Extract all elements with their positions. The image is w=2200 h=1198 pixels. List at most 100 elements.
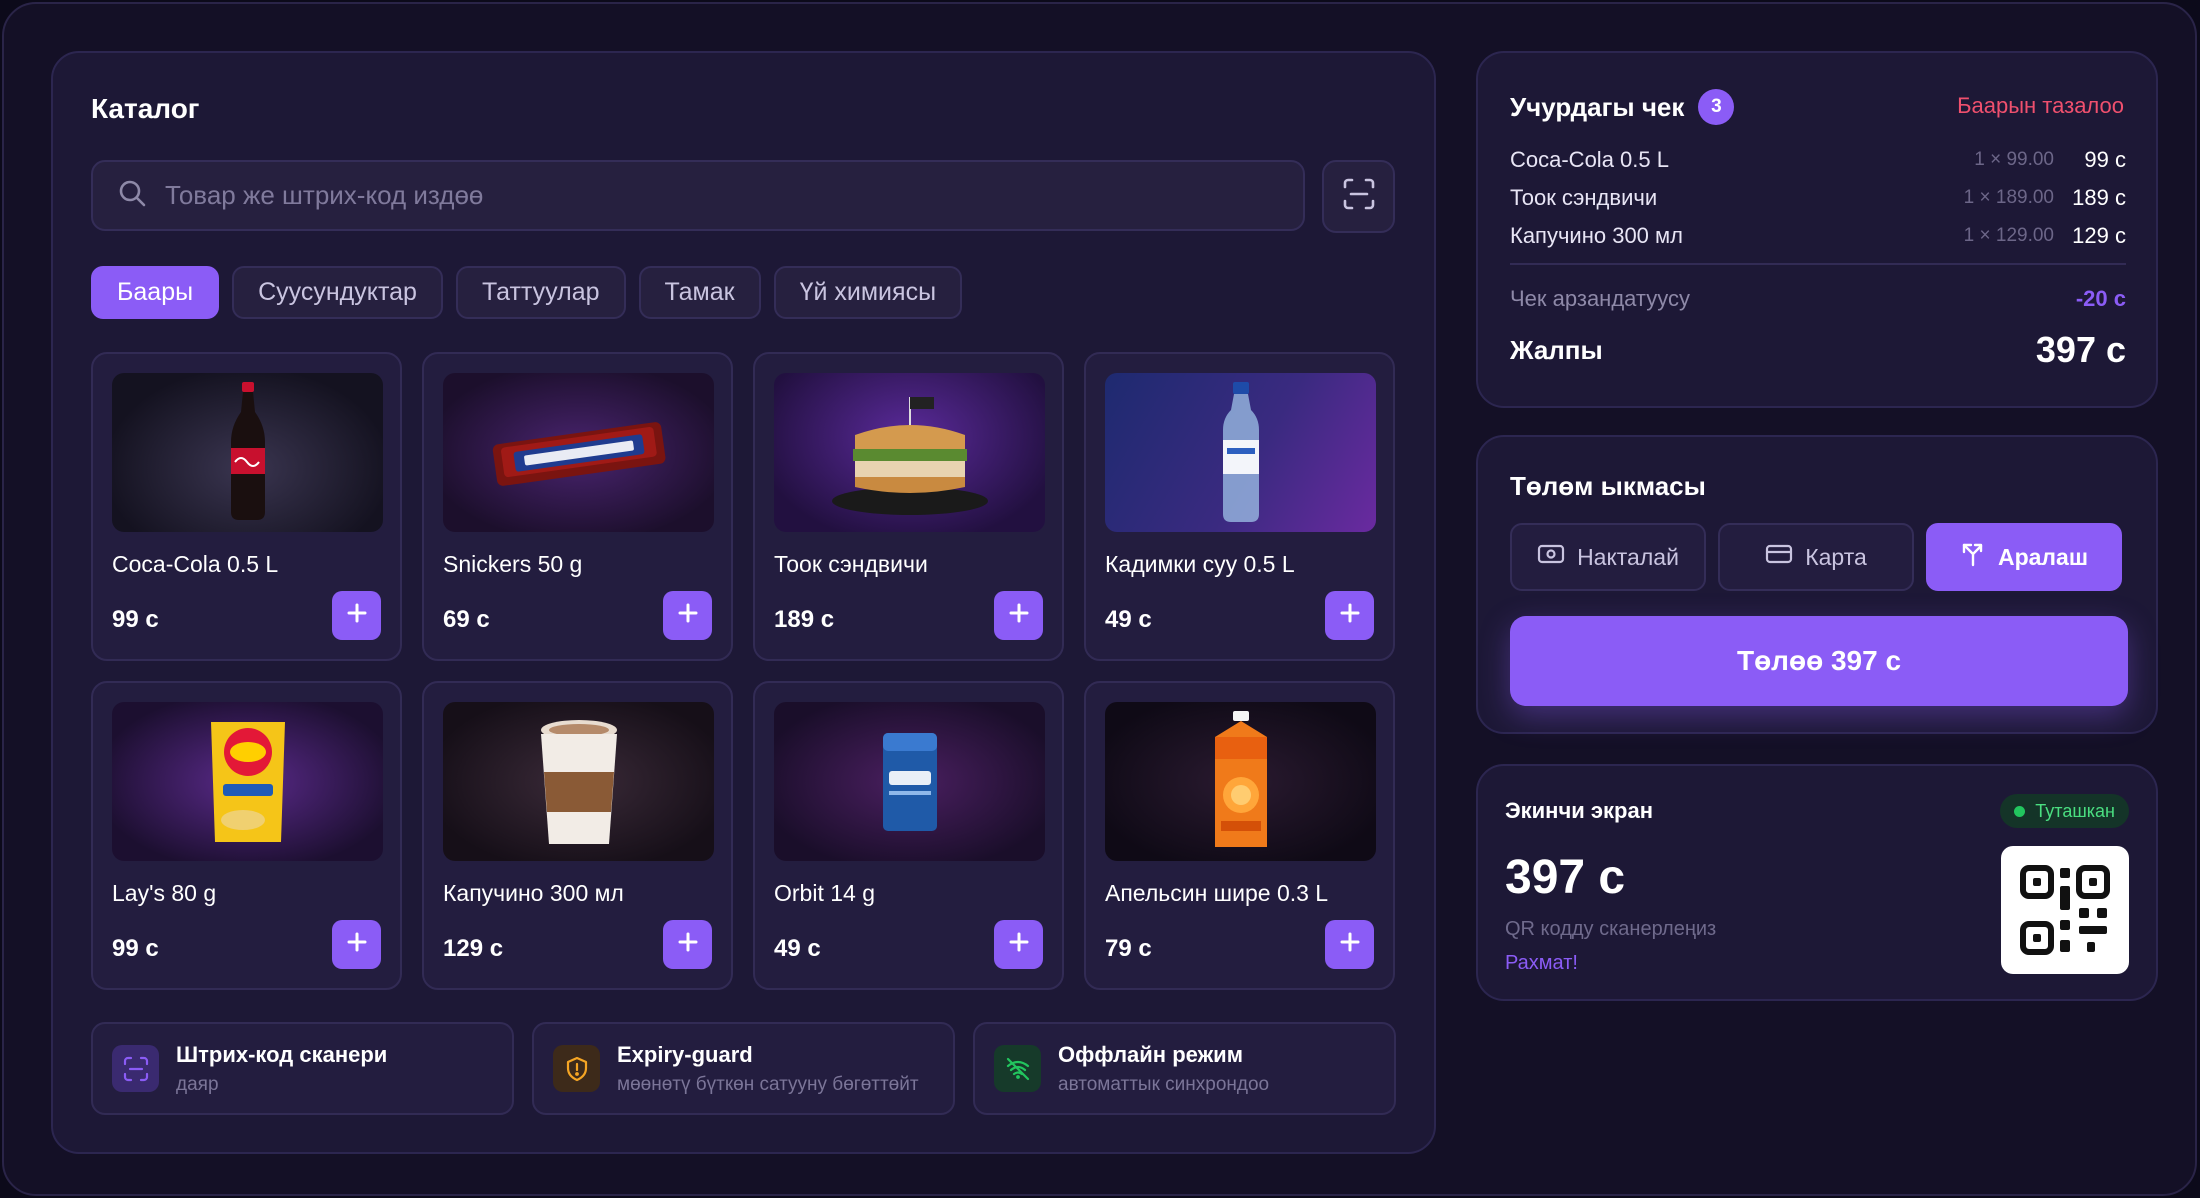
product-price: 129 с [443,935,504,962]
category-tab-household[interactable]: Үй химиясы [773,266,963,319]
category-tab-all[interactable]: Баары [91,266,220,319]
feature-subtitle: автоматтык синхрондоо [1058,1073,1270,1095]
receipt-line-total: 99 с [2084,147,2126,172]
feature-title: Expiry-guard [617,1041,753,1067]
plus-icon [1008,602,1030,629]
second-screen-panel: Экинчи экран Туташкан 397 с QR кодду ска… [1476,764,2158,1001]
receipt-line-total: 189 с [2072,185,2126,210]
barcode-scan-icon [112,1045,159,1092]
product-price: 189 с [774,606,835,633]
receipt-items: Coca-Cola 0.5 L 1 × 99.00 99 с Тоок сэнд… [1510,141,2126,255]
card-icon [1765,543,1793,571]
receipt-line-name: Капучино 300 мл [1510,223,1683,248]
category-tab-food[interactable]: Тамак [638,266,761,319]
split-icon [1960,541,1986,573]
discount-row: Чек арзандатуусу -20 с [1510,286,2126,312]
sandwich-image [774,373,1045,532]
feature-subtitle: мөөнөтү бүткөн сатууну бөгөттөйт [617,1073,919,1095]
feature-title: Оффлайн режим [1058,1041,1243,1067]
thanks-text: Рахмат! [1505,952,1578,974]
receipt-line-name: Тоок сэндвичи [1510,185,1658,210]
discount-label: Чек арзандатуусу [1510,286,1690,311]
plus-icon [677,602,699,629]
product-name: Snickers 50 g [443,551,583,577]
product-price: 99 с [112,606,159,633]
product-card[interactable]: Lay's 80 g 99 с [91,681,402,990]
payment-panel: Төлөм ыкмасы Накталай Карта Аралаш Төлөө… [1476,435,2158,734]
category-tabs: Баары Суусундуктар Таттуулар Тамак Үй хи… [91,266,963,319]
clear-all-button[interactable]: Баарын тазалоо [1957,93,2124,119]
feature-subtitle: даяр [176,1073,219,1095]
payment-title: Төлөм ыкмасы [1510,471,1706,501]
search-bar [91,160,1305,231]
product-card[interactable]: Orbit 14 g 49 с [753,681,1064,990]
wifi-off-icon [994,1045,1041,1092]
receipt-line[interactable]: Coca-Cola 0.5 L 1 × 99.00 99 с [1510,141,2126,179]
water-bottle-image [1105,373,1376,532]
product-name: Lay's 80 g [112,880,217,906]
feature-expiry-guard: Expiry-guard мөөнөтү бүткөн сатууну бөгө… [532,1022,955,1115]
receipt-line[interactable]: Капучино 300 мл 1 × 129.00 129 с [1510,217,2126,255]
receipt-divider [1510,263,2126,265]
total-value: 397 с [2035,329,2126,370]
discount-value: -20 с [2075,286,2126,311]
payment-method-cash[interactable]: Накталай [1510,523,1706,591]
add-to-cart-button[interactable] [332,920,381,969]
add-to-cart-button[interactable] [663,591,712,640]
cash-icon [1537,543,1565,571]
cola-bottle-image [112,373,383,532]
receipt-line-total: 129 с [2072,223,2126,248]
scan-frame-icon [1342,177,1376,216]
payment-method-label: Карта [1805,543,1867,570]
product-card[interactable]: Апельсин шире 0.3 L 79 с [1084,681,1395,990]
coffee-cup-image [443,702,714,861]
receipt-line[interactable]: Тоок сэндвичи 1 × 189.00 189 с [1510,179,2126,217]
product-price: 79 с [1105,935,1152,962]
product-card[interactable]: Тоок сэндвичи 189 с [753,352,1064,661]
second-screen-title: Экинчи экран [1505,798,1654,823]
qr-code-icon [2001,846,2129,974]
qr-hint: QR кодду сканерлеңиз [1505,918,1717,940]
payment-method-label: Аралаш [1997,543,2089,570]
product-card[interactable]: Капучино 300 мл 129 с [422,681,733,990]
product-card[interactable]: Snickers 50 g 69 с [422,352,733,661]
chocolate-bar-image [443,373,714,532]
add-to-cart-button[interactable] [994,591,1043,640]
plus-icon [1008,931,1030,958]
shield-alert-icon [553,1045,600,1092]
payment-method-card[interactable]: Карта [1718,523,1914,591]
receipt-line-qty: 1 × 189.00 [1963,187,2054,208]
second-screen-amount: 397 с [1505,851,1626,904]
product-price: 69 с [443,606,490,633]
feature-barcode-scanner: Штрих-код сканери даяр [91,1022,514,1115]
plus-icon [677,931,699,958]
juice-carton-image [1105,702,1376,861]
payment-methods: Накталай Карта Аралаш [1510,523,2122,591]
add-to-cart-button[interactable] [663,920,712,969]
category-tab-drinks[interactable]: Суусундуктар [232,266,443,319]
add-to-cart-button[interactable] [1325,591,1374,640]
connection-status-label: Туташкан [2035,800,2115,821]
gum-pack-image [774,702,1045,861]
plus-icon [346,602,368,629]
pos-app: Каталог Баары Суусундуктар Таттуулар Там… [2,2,2197,1196]
product-card[interactable]: Coca-Cola 0.5 L 99 с [91,352,402,661]
search-input[interactable] [147,162,1303,229]
receipt-line-qty: 1 × 99.00 [1974,149,2054,170]
add-to-cart-button[interactable] [1325,920,1374,969]
receipt-title: Учурдагы чек [1510,91,1685,122]
status-dot-icon [2014,805,2026,817]
add-to-cart-button[interactable] [994,920,1043,969]
product-name: Кадимки суу 0.5 L [1105,551,1295,577]
plus-icon [1339,602,1361,629]
payment-method-mixed[interactable]: Аралаш [1926,523,2122,591]
product-name: Апельсин шире 0.3 L [1105,880,1329,906]
receipt-line-name: Coca-Cola 0.5 L [1510,147,1669,172]
pay-button[interactable]: Төлөө 397 с [1510,616,2128,706]
category-tab-sweets[interactable]: Таттуулар [455,266,626,319]
product-card[interactable]: Кадимки суу 0.5 L 49 с [1084,352,1395,661]
product-name: Coca-Cola 0.5 L [112,551,279,577]
barcode-scan-button[interactable] [1322,160,1395,233]
add-to-cart-button[interactable] [332,591,381,640]
product-name: Тоок сэндвичи [774,551,928,577]
